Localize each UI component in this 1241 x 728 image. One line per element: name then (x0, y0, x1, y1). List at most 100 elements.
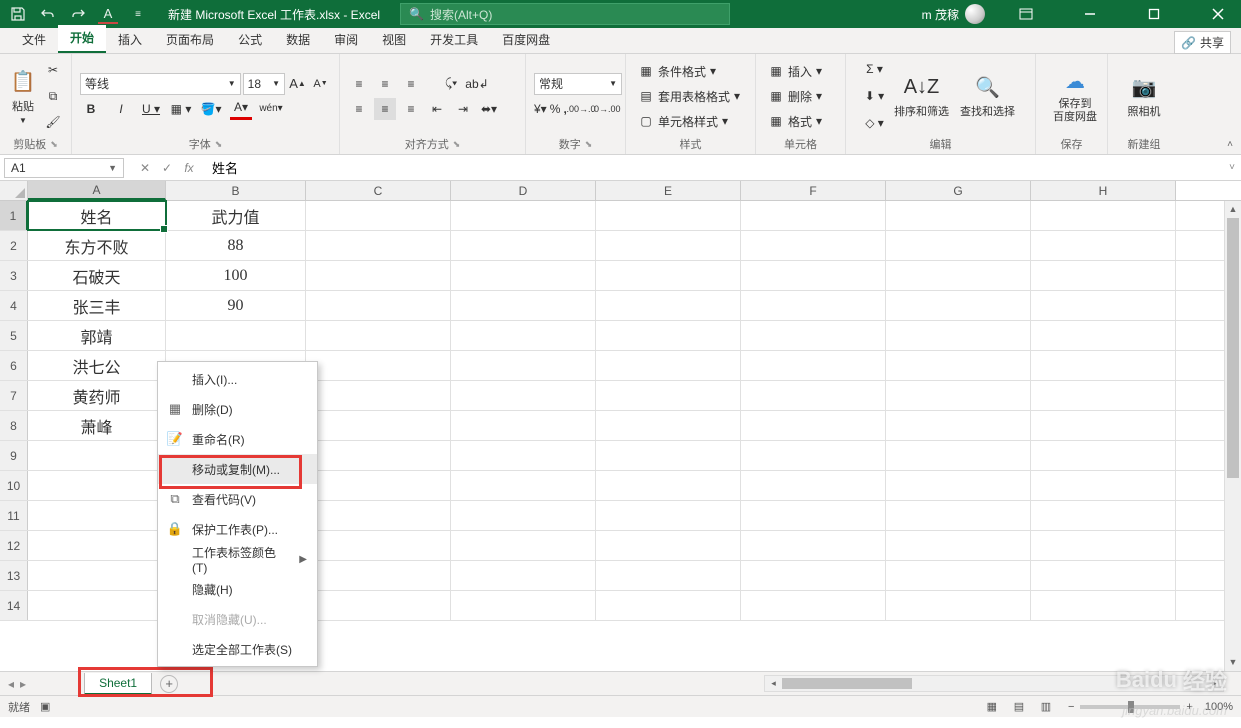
cell-E5[interactable] (596, 321, 741, 350)
cell-D7[interactable] (451, 381, 596, 410)
tab-insert[interactable]: 插入 (106, 27, 154, 53)
page-layout-icon[interactable]: ▤ (1007, 700, 1031, 713)
vertical-scrollbar[interactable]: ▲ ▼ (1224, 201, 1241, 671)
cell-B1[interactable]: 武力值 (166, 201, 306, 230)
cell-F5[interactable] (741, 321, 886, 350)
cell-D8[interactable] (451, 411, 596, 440)
cell-H9[interactable] (1031, 441, 1176, 470)
increase-font-icon[interactable]: A▲ (287, 73, 308, 95)
cell-F14[interactable] (741, 591, 886, 620)
search-box[interactable]: 🔍 搜索(Alt+Q) (400, 3, 730, 25)
number-format-combo[interactable]: 常规▼ (534, 73, 622, 95)
redo-icon[interactable] (68, 4, 88, 24)
cell-H11[interactable] (1031, 501, 1176, 530)
save-to-baidu-button[interactable]: ☁ 保存到 百度网盘 (1044, 64, 1106, 128)
cell-E14[interactable] (596, 591, 741, 620)
cell-A11[interactable] (28, 501, 166, 530)
conditional-format-button[interactable]: ▦条件格式 ▾ (634, 61, 747, 82)
cell-E7[interactable] (596, 381, 741, 410)
cell-F11[interactable] (741, 501, 886, 530)
fill-color-icon[interactable]: 🪣▾ (200, 98, 222, 120)
cell-H8[interactable] (1031, 411, 1176, 440)
cell-F13[interactable] (741, 561, 886, 590)
cell-G13[interactable] (886, 561, 1031, 590)
format-as-table-button[interactable]: ▤套用表格格式 ▾ (634, 86, 747, 107)
currency-icon[interactable]: ¥▾ (534, 98, 547, 120)
cell-A7[interactable]: 黄药师 (28, 381, 166, 410)
save-icon[interactable] (8, 4, 28, 24)
cell-E11[interactable] (596, 501, 741, 530)
ctx-insert[interactable]: 插入(I)... (158, 364, 317, 394)
cell-C8[interactable] (306, 411, 451, 440)
align-right-icon[interactable]: ≡ (400, 98, 422, 120)
cell-H7[interactable] (1031, 381, 1176, 410)
cell-H5[interactable] (1031, 321, 1176, 350)
ctx-view-code[interactable]: ⧉查看代码(V) (158, 484, 317, 514)
cell-H4[interactable] (1031, 291, 1176, 320)
cell-A4[interactable]: 张三丰 (28, 291, 166, 320)
tab-home[interactable]: 开始 (58, 25, 106, 53)
delete-cells-button[interactable]: ▦删除 ▾ (764, 86, 837, 107)
cell-E6[interactable] (596, 351, 741, 380)
cell-F8[interactable] (741, 411, 886, 440)
scroll-up-icon[interactable]: ▲ (1225, 201, 1241, 218)
cell-A12[interactable] (28, 531, 166, 560)
cell-F7[interactable] (741, 381, 886, 410)
cell-H12[interactable] (1031, 531, 1176, 560)
orientation-icon[interactable]: ⤹▾ (440, 73, 462, 95)
cell-E4[interactable] (596, 291, 741, 320)
align-bottom-icon[interactable]: ≡ (400, 73, 422, 95)
cell-A1[interactable]: 姓名 (28, 201, 166, 230)
phonetic-icon[interactable]: wén▾ (260, 98, 282, 120)
col-header-A[interactable]: A (28, 181, 166, 200)
insert-cells-button[interactable]: ▦插入 ▾ (764, 61, 837, 82)
cell-D6[interactable] (451, 351, 596, 380)
cell-A6[interactable]: 洪七公 (28, 351, 166, 380)
row-header[interactable]: 14 (0, 591, 28, 620)
cell-E12[interactable] (596, 531, 741, 560)
tab-view[interactable]: 视图 (370, 27, 418, 53)
align-left-icon[interactable]: ≡ (348, 98, 370, 120)
cell-F4[interactable] (741, 291, 886, 320)
cell-G12[interactable] (886, 531, 1031, 560)
cell-A5[interactable]: 郭靖 (28, 321, 166, 350)
row-header[interactable]: 10 (0, 471, 28, 500)
ctx-delete[interactable]: ▦删除(D) (158, 394, 317, 424)
copy-icon[interactable]: ⧉ (42, 85, 64, 107)
cell-H2[interactable] (1031, 231, 1176, 260)
v-scroll-thumb[interactable] (1227, 218, 1239, 478)
namebox-dropdown-icon[interactable]: ▼ (108, 163, 117, 173)
cell-F10[interactable] (741, 471, 886, 500)
cell-D10[interactable] (451, 471, 596, 500)
ctx-move-copy[interactable]: 移动或复制(M)... (158, 454, 317, 484)
tab-dev[interactable]: 开发工具 (418, 27, 490, 53)
expand-formula-icon[interactable]: ˅ (1223, 162, 1241, 173)
percent-icon[interactable]: % (550, 98, 561, 120)
cell-G9[interactable] (886, 441, 1031, 470)
cell-G3[interactable] (886, 261, 1031, 290)
cell-D9[interactable] (451, 441, 596, 470)
cell-G7[interactable] (886, 381, 1031, 410)
cell-D3[interactable] (451, 261, 596, 290)
undo-icon[interactable] (38, 4, 58, 24)
cell-E2[interactable] (596, 231, 741, 260)
cell-D11[interactable] (451, 501, 596, 530)
autosum-icon[interactable]: Σ ▾ (864, 58, 886, 80)
ctx-select-all[interactable]: 选定全部工作表(S) (158, 634, 317, 664)
cell-G2[interactable] (886, 231, 1031, 260)
cell-A2[interactable]: 东方不败 (28, 231, 166, 260)
clear-icon[interactable]: ◇ ▾ (864, 112, 886, 134)
col-header-C[interactable]: C (306, 181, 451, 200)
align-top-icon[interactable]: ≡ (348, 73, 370, 95)
col-header-F[interactable]: F (741, 181, 886, 200)
number-launcher-icon[interactable]: ⬊ (585, 139, 593, 150)
cell-C14[interactable] (306, 591, 451, 620)
fx-icon[interactable]: fx (180, 161, 198, 175)
cell-G5[interactable] (886, 321, 1031, 350)
tab-file[interactable]: 文件 (10, 27, 58, 53)
cell-A13[interactable] (28, 561, 166, 590)
clipboard-launcher-icon[interactable]: ⬊ (50, 139, 58, 150)
horizontal-scrollbar[interactable]: ◂ ▸ (764, 675, 1224, 692)
cell-A10[interactable] (28, 471, 166, 500)
cell-F1[interactable] (741, 201, 886, 230)
